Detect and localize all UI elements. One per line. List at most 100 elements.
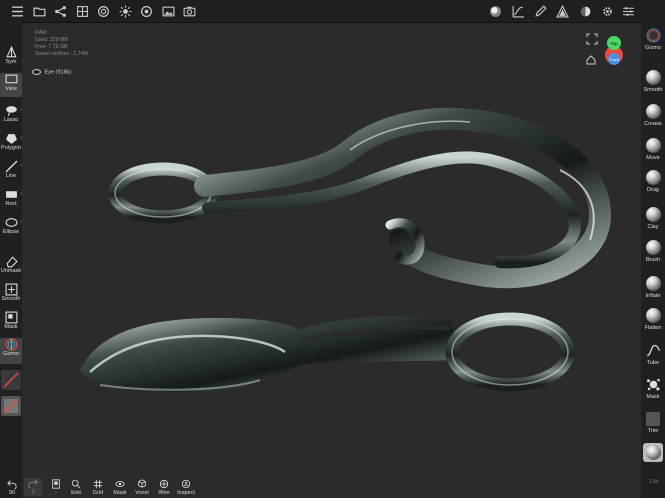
orientation-gizmo[interactable]: Top Front (605, 36, 623, 65)
smooth-ball-icon (645, 70, 661, 85)
clay-ball-icon (645, 207, 661, 222)
drag-ball-icon (645, 170, 661, 185)
voxel-button[interactable]: Voxel (133, 479, 151, 496)
tool-sym[interactable]: Sym (0, 46, 22, 65)
tool-lasso[interactable]: Lasso › (0, 104, 22, 123)
lighting-icon[interactable] (117, 3, 133, 19)
material-settings-icon[interactable] (577, 3, 593, 19)
display-icon (52, 479, 60, 489)
tool-unmask[interactable]: Unmask (0, 255, 22, 274)
flatten-ball-icon (645, 308, 661, 323)
tool-label: Polygon (1, 145, 21, 151)
mask-eye-icon (115, 481, 125, 487)
image-icon[interactable] (160, 3, 176, 19)
inspect-label: Inspect (177, 490, 195, 496)
tube-icon (646, 344, 660, 357)
move-ball-icon (645, 138, 661, 153)
sculpt-viewport[interactable]: Top Front (22, 22, 641, 476)
undo-button[interactable]: 90 (3, 479, 21, 496)
display-button[interactable]: › (47, 479, 65, 496)
rtool-label: Smooth (643, 87, 663, 93)
rtool-inflate[interactable]: Inflate (641, 276, 665, 299)
tool-gizmo[interactable]: Gizmo (0, 338, 22, 364)
eraser-icon (6, 256, 18, 268)
grid-button[interactable]: Grid (89, 479, 107, 496)
topology-icon[interactable] (74, 3, 90, 19)
curve-icon[interactable] (510, 3, 526, 19)
pen-icon[interactable] (532, 3, 548, 19)
smooth-icon (5, 283, 17, 296)
line-icon (5, 160, 17, 173)
rtool-flatten[interactable]: Flatten (641, 308, 665, 331)
tool-ellipse[interactable]: Ellipse › (0, 216, 22, 235)
rtool-label: Move (646, 155, 660, 161)
fullscreen-icon[interactable] (586, 33, 598, 45)
top-toolbar (0, 0, 665, 23)
tool-label: View (5, 86, 17, 92)
tool-smooth[interactable]: Smooth (0, 283, 22, 302)
crease-ball-icon (645, 104, 661, 119)
home-view-icon[interactable] (586, 55, 596, 65)
rtool-label: Clay (647, 224, 659, 230)
color-swatch-fill[interactable] (1, 396, 21, 416)
redo-button[interactable]: 0 (24, 478, 42, 496)
polygon-icon (5, 134, 17, 144)
symmetry-icon (5, 46, 17, 58)
settings-list-icon[interactable] (620, 3, 636, 19)
gizmo-front-label: Front (609, 57, 619, 62)
wire-button[interactable]: Wire (155, 479, 173, 496)
layers-triangle-icon[interactable] (554, 3, 570, 19)
mask-splat-icon (646, 378, 660, 391)
tool-label: Mask (4, 324, 18, 330)
rtool-mask[interactable]: Mask (641, 377, 665, 400)
tool-line[interactable]: Line › (0, 160, 22, 179)
wire-icon (159, 479, 169, 489)
tool-label: Sym (5, 59, 17, 65)
scene-graph-icon[interactable] (52, 3, 68, 19)
rtool-label: Gizmo (645, 45, 661, 51)
grid-label: Grid (92, 490, 104, 496)
gizmo-ball-icon (645, 28, 661, 43)
no-color-icon (3, 372, 19, 388)
rtool-crease[interactable]: Crease (641, 104, 665, 127)
no-fill-icon (3, 398, 19, 414)
tool-polygon[interactable]: Polygon › (0, 132, 22, 151)
material-icon[interactable] (138, 3, 154, 19)
menu-icon[interactable] (9, 3, 25, 19)
undo-icon (7, 480, 17, 489)
camera-icon[interactable] (181, 3, 197, 19)
view-icon (5, 74, 17, 84)
settings-target-icon[interactable] (95, 3, 111, 19)
rtool-label: Drag (647, 187, 659, 193)
rtool-label: Trim (647, 428, 659, 434)
gizmo-icon (5, 338, 17, 351)
solo-label: Solo (70, 490, 82, 496)
mask-toggle-button[interactable]: Mask (111, 479, 129, 496)
tool-label: Lasso (3, 117, 19, 123)
solo-button[interactable]: Solo (67, 479, 85, 496)
rtool-brush[interactable]: Brush (641, 240, 665, 263)
brush-preview-ball-icon (645, 445, 661, 460)
lower-sculpt-mesh (80, 312, 575, 393)
tool-label: Rect (5, 201, 17, 207)
rtool-trim[interactable]: Trim (641, 412, 665, 434)
rtool-clay[interactable]: Clay (641, 207, 665, 230)
rtool-drag[interactable]: Drag (641, 170, 665, 193)
grid-icon (93, 479, 103, 489)
tool-mask[interactable]: Mask (0, 311, 22, 330)
rect-icon (5, 191, 17, 198)
color-swatch-stroke[interactable] (1, 370, 21, 390)
rtool-smooth[interactable]: Smooth (641, 70, 665, 93)
rtool-tube[interactable]: Tube (641, 343, 665, 366)
folder-icon[interactable] (31, 3, 47, 19)
rtool-gizmo[interactable]: Gizmo (641, 28, 665, 51)
redo-count: 0 (31, 489, 35, 495)
inspect-button[interactable]: Inspect (177, 479, 195, 496)
inspect-icon (181, 479, 191, 489)
rtool-move[interactable]: Move (641, 138, 665, 161)
tool-view[interactable]: View (0, 73, 22, 97)
tool-rect[interactable]: Rect › (0, 188, 22, 207)
gear-icon[interactable] (599, 3, 615, 19)
active-brush-preview[interactable] (643, 443, 663, 462)
matcap-ball-icon[interactable] (487, 3, 503, 19)
